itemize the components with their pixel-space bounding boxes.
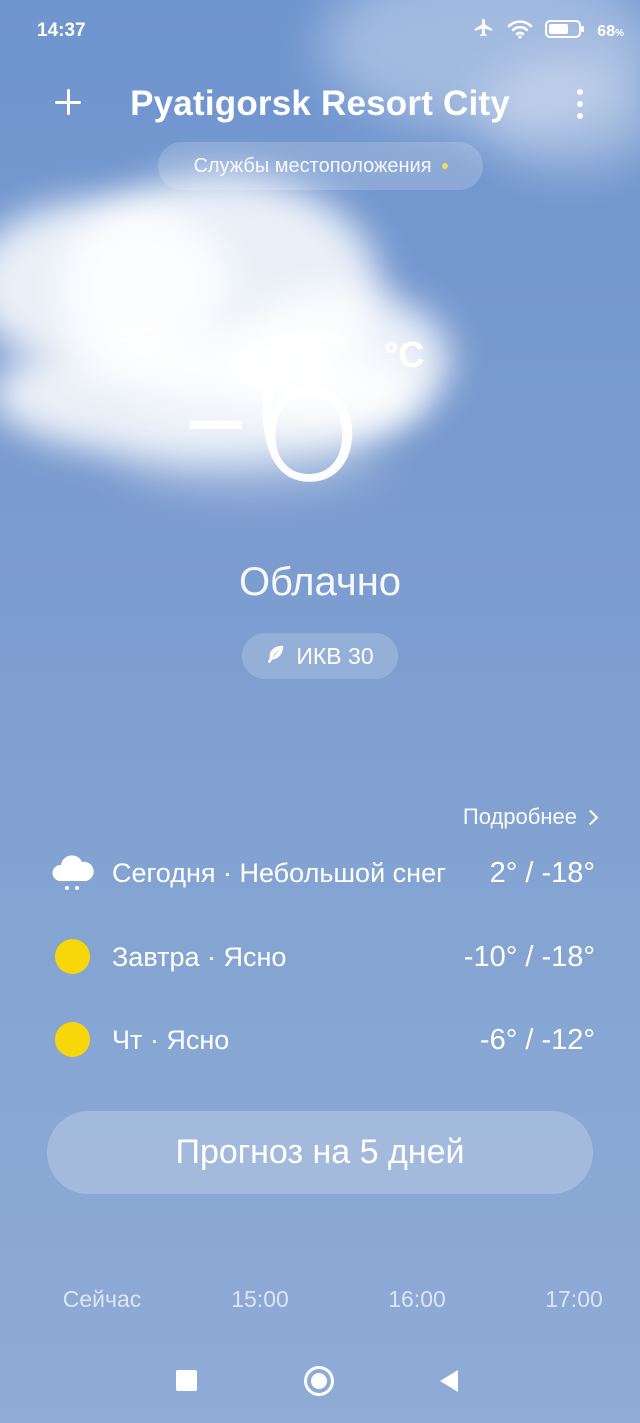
daily-temps: 2° / -18° bbox=[489, 856, 595, 889]
hourly-time: 15:00 bbox=[231, 1286, 289, 1312]
sun-icon bbox=[50, 937, 96, 977]
city-title: Pyatigorsk Resort City bbox=[130, 84, 510, 123]
daily-label: Сегодня · Небольшой снег bbox=[112, 857, 446, 888]
status-time: 14:37 bbox=[37, 20, 86, 41]
system-navigation-bar bbox=[0, 1340, 640, 1423]
current-temperature: -6 °C bbox=[150, 312, 470, 532]
daily-temps: -10° / -18° bbox=[463, 940, 595, 973]
battery-icon bbox=[545, 19, 585, 44]
more-menu-button[interactable] bbox=[574, 89, 586, 119]
hourly-time: 16:00 bbox=[388, 1286, 446, 1312]
wifi-icon bbox=[507, 19, 533, 44]
daily-label: Завтра · Ясно bbox=[112, 941, 287, 972]
light-snow-icon bbox=[50, 853, 96, 893]
details-link[interactable]: Подробнее bbox=[462, 804, 599, 830]
five-day-forecast-button[interactable]: Прогноз на 5 дней bbox=[47, 1111, 593, 1194]
daily-row-thursday[interactable]: Чт · Ясно -6° / -12° bbox=[50, 1015, 595, 1065]
details-link-label: Подробнее bbox=[462, 804, 577, 829]
leaf-icon bbox=[266, 643, 286, 670]
more-vertical-icon bbox=[577, 89, 583, 95]
recent-apps-button[interactable] bbox=[176, 1370, 197, 1391]
daily-row-tomorrow[interactable]: Завтра · Ясно -10° / -18° bbox=[50, 932, 595, 982]
temperature-value: -6 bbox=[180, 295, 369, 526]
header: Pyatigorsk Resort City bbox=[0, 80, 640, 140]
battery-percent: 68% bbox=[597, 22, 624, 40]
weather-condition: Облачно bbox=[238, 560, 402, 604]
aqi-label: ИКВ 30 bbox=[296, 642, 374, 669]
status-icons: 68% bbox=[471, 18, 624, 45]
chevron-right-icon bbox=[582, 809, 599, 826]
back-button[interactable] bbox=[440, 1370, 458, 1392]
hourly-time: Сейчас bbox=[62, 1286, 142, 1312]
location-services-label: Службы местоположения bbox=[193, 154, 432, 177]
hourly-time: 17:00 bbox=[545, 1286, 603, 1312]
location-indicator-dot bbox=[441, 163, 448, 169]
location-services-pill[interactable]: Службы местоположения bbox=[158, 142, 483, 190]
sun-icon bbox=[50, 1020, 96, 1060]
temperature-unit: °C bbox=[384, 334, 425, 375]
daily-row-today[interactable]: Сегодня · Небольшой снег 2° / -18° bbox=[50, 848, 595, 898]
airplane-icon bbox=[471, 18, 495, 45]
status-bar: 14:37 68% bbox=[0, 0, 640, 62]
home-button[interactable] bbox=[304, 1366, 334, 1396]
daily-temps: -6° / -12° bbox=[479, 1023, 595, 1056]
hourly-forecast[interactable]: Сейчас 15:00 16:00 17:00 bbox=[0, 1286, 640, 1346]
daily-label: Чт · Ясно bbox=[112, 1024, 230, 1055]
aqi-pill[interactable]: ИКВ 30 bbox=[242, 633, 398, 679]
